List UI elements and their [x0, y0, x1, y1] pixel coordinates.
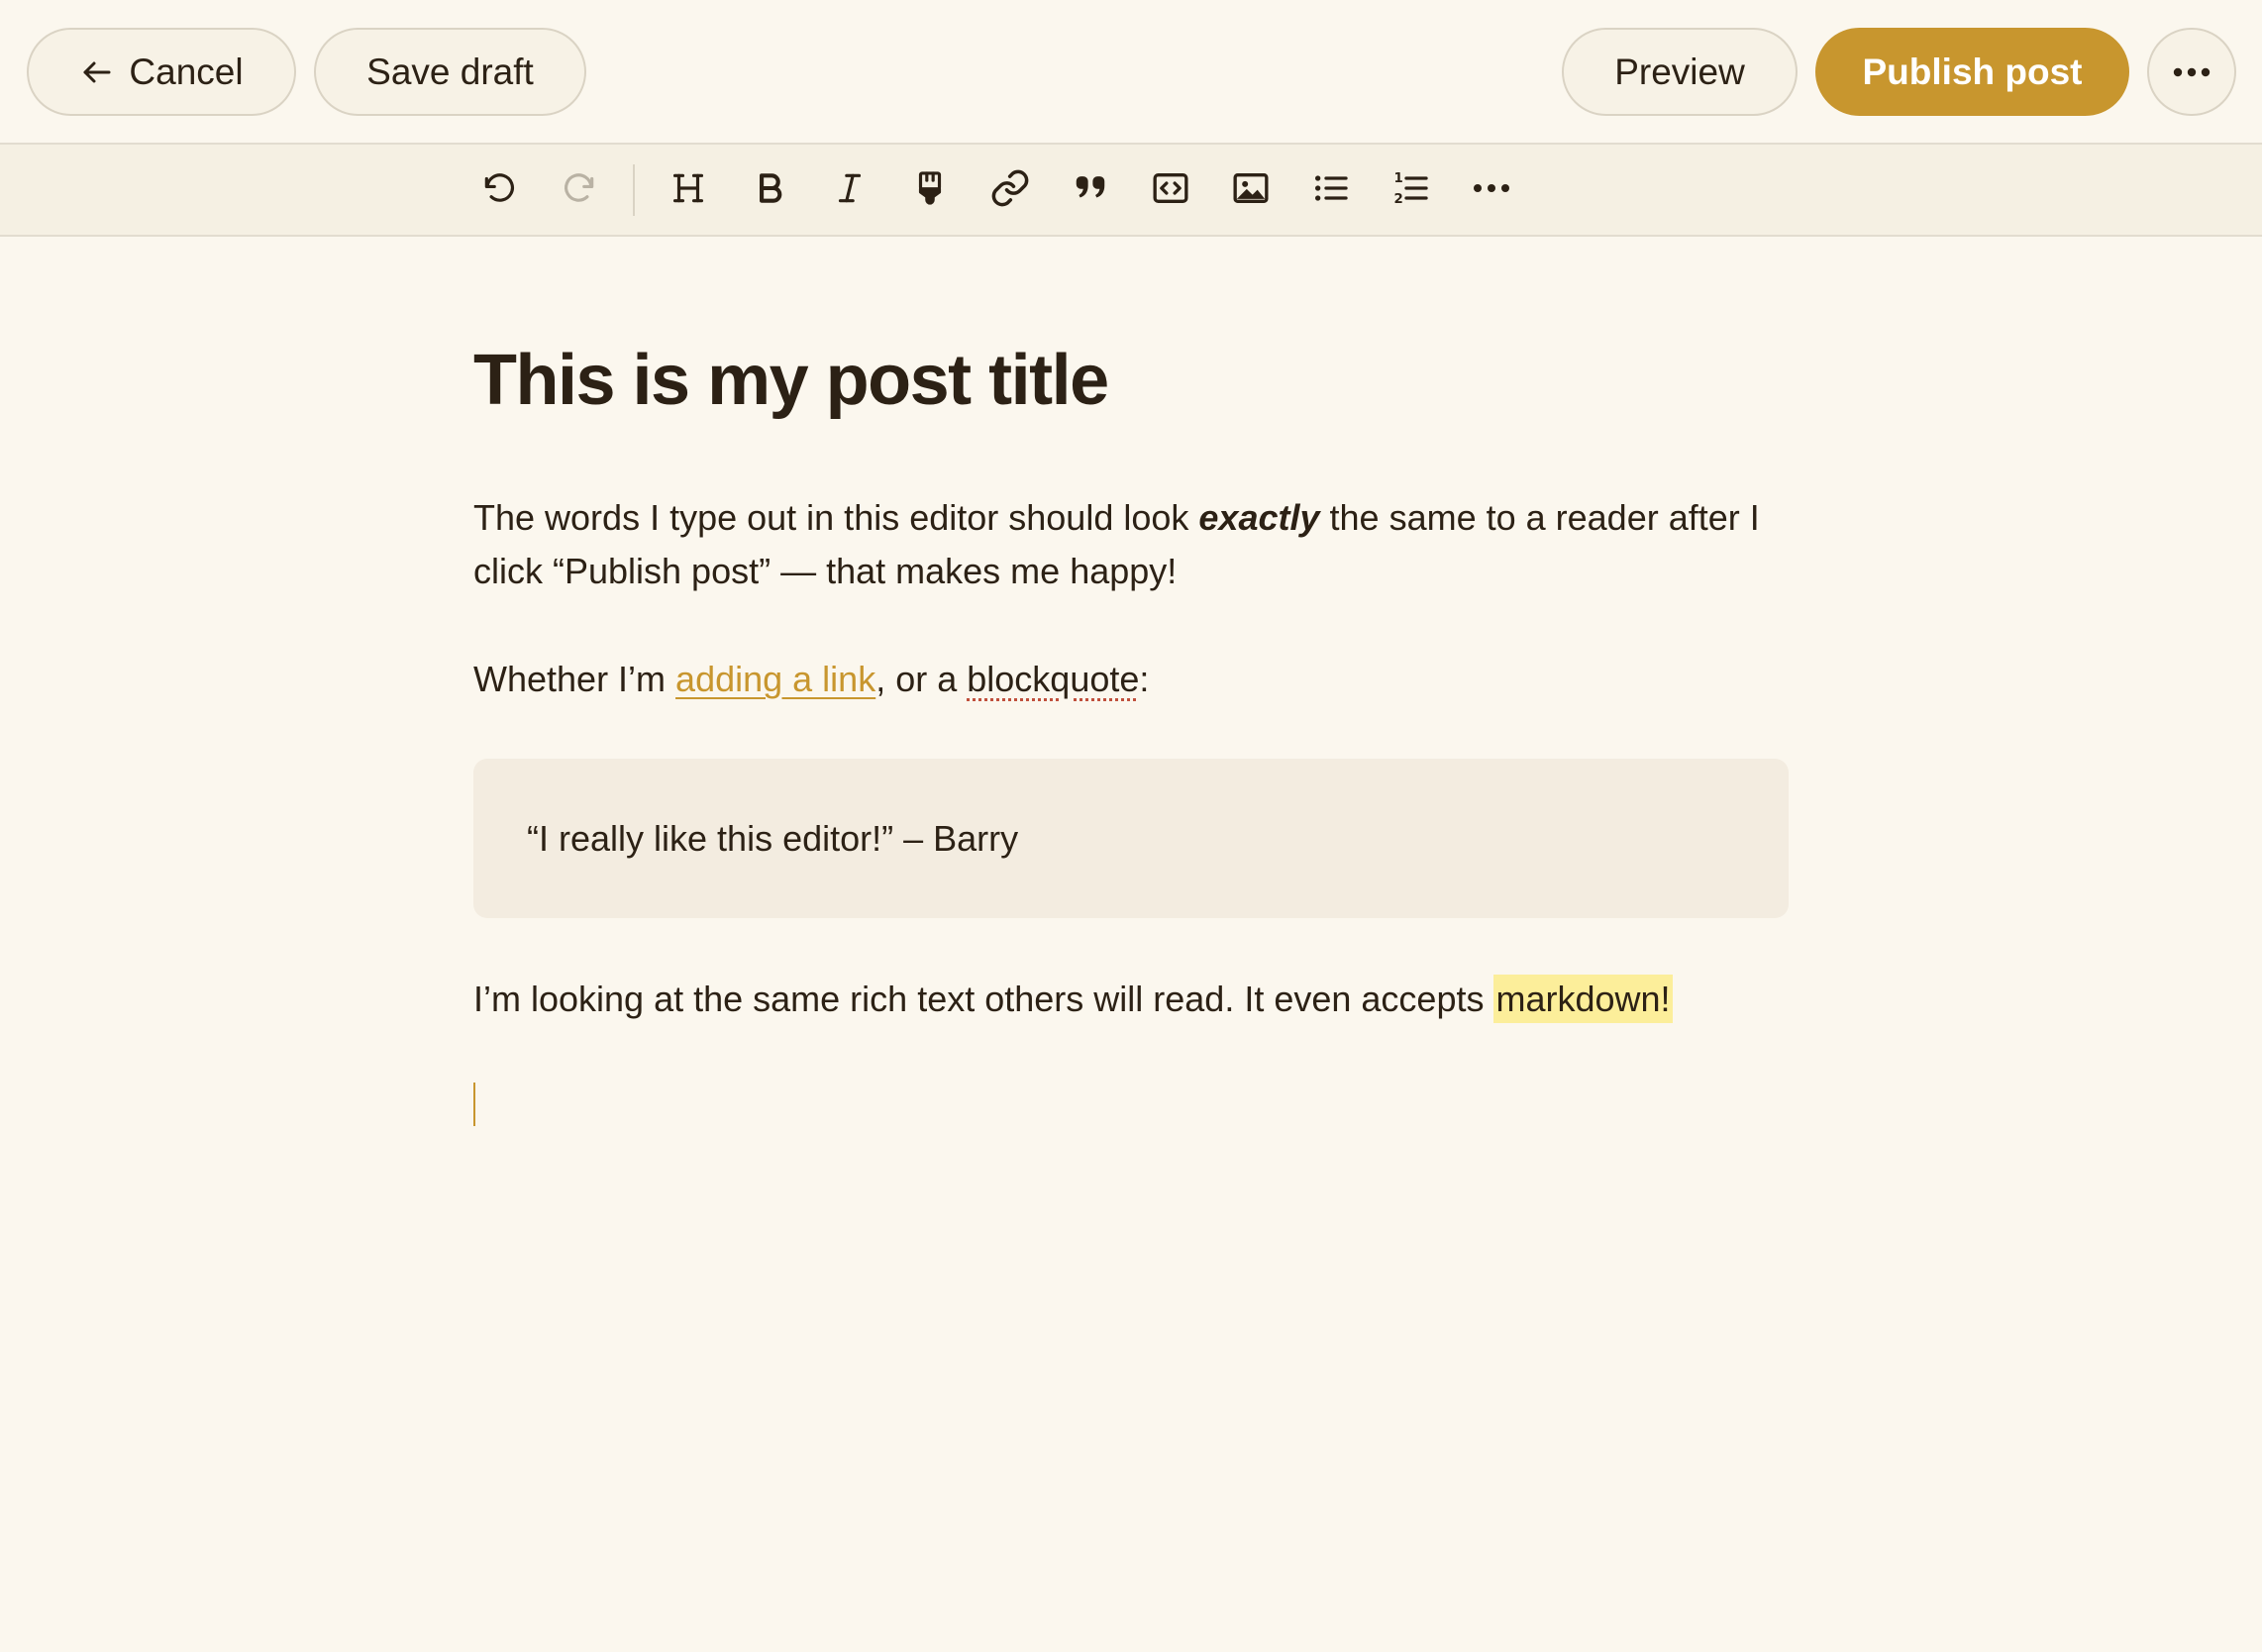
italic-button[interactable]: [824, 164, 875, 216]
inline-link[interactable]: adding a link: [675, 659, 875, 699]
more-options-button[interactable]: [2147, 28, 2236, 116]
more-horizontal-icon: [2172, 66, 2211, 78]
code-icon: [1151, 168, 1190, 213]
arrow-left-icon: [79, 54, 115, 90]
link-icon: [989, 167, 1031, 214]
svg-text:1: 1: [1394, 171, 1403, 186]
numbered-list-icon: 1 2: [1391, 168, 1431, 213]
paragraph-2-text: Whether I’m: [473, 659, 676, 699]
bold-icon: [751, 169, 788, 212]
toolbar-more-button[interactable]: [1466, 164, 1517, 216]
redo-button[interactable]: [554, 164, 605, 216]
code-button[interactable]: [1145, 164, 1196, 216]
link-button[interactable]: [984, 164, 1036, 216]
publish-post-label: Publish post: [1862, 51, 2083, 92]
blockquote-text: “I really like this editor!” – Barry: [527, 817, 1019, 859]
bullet-list-icon: [1311, 168, 1351, 213]
undo-icon: [480, 169, 518, 212]
quote-button[interactable]: [1065, 164, 1116, 216]
top-bar: Cancel Save draft Preview Publish post: [0, 0, 2262, 145]
heading-icon: [669, 169, 707, 212]
quote-icon: [1072, 169, 1109, 212]
paragraph-3-text: I’m looking at the same rich text others…: [473, 979, 1494, 1019]
save-draft-button[interactable]: Save draft: [314, 28, 586, 116]
highlighter-icon: [911, 169, 949, 212]
redo-icon: [561, 169, 598, 212]
bold-button[interactable]: [744, 164, 795, 216]
publish-post-button[interactable]: Publish post: [1815, 28, 2129, 116]
highlight-button[interactable]: [904, 164, 956, 216]
image-button[interactable]: [1225, 164, 1277, 216]
highlighted-text: markdown!: [1493, 975, 1673, 1023]
bullet-list-button[interactable]: [1305, 164, 1357, 216]
emphasized-text: exactly: [1198, 497, 1320, 538]
save-draft-label: Save draft: [366, 51, 534, 92]
preview-label: Preview: [1614, 51, 1745, 92]
italic-icon: [831, 169, 869, 212]
undo-button[interactable]: [473, 164, 525, 216]
numbered-list-button[interactable]: 1 2: [1386, 164, 1437, 216]
post-title[interactable]: This is my post title: [473, 333, 1109, 428]
paragraph-2-end: :: [1139, 659, 1150, 699]
toolbar-divider: [633, 164, 635, 216]
cancel-button[interactable]: Cancel: [27, 28, 296, 116]
more-horizontal-icon: [1472, 181, 1511, 199]
cancel-label: Cancel: [129, 51, 244, 92]
svg-text:2: 2: [1394, 192, 1403, 207]
paragraph-1-text: The words I type out in this editor shou…: [473, 497, 1199, 538]
preview-button[interactable]: Preview: [1562, 28, 1798, 116]
spellcheck-word[interactable]: blockquote: [967, 659, 1139, 699]
blockquote[interactable]: “I really like this editor!” – Barry: [473, 759, 1789, 918]
heading-button[interactable]: [663, 164, 714, 216]
paragraph-2[interactable]: Whether I’m adding a link, or a blockquo…: [473, 653, 1800, 706]
paragraph-2-middle: , or a: [875, 659, 968, 699]
formatting-toolbar: 1 2: [0, 145, 2262, 237]
image-icon: [1231, 168, 1271, 213]
paragraph-3[interactable]: I’m looking at the same rich text others…: [473, 973, 1800, 1026]
paragraph-1[interactable]: The words I type out in this editor shou…: [473, 491, 1800, 598]
text-caret: [473, 1083, 475, 1126]
